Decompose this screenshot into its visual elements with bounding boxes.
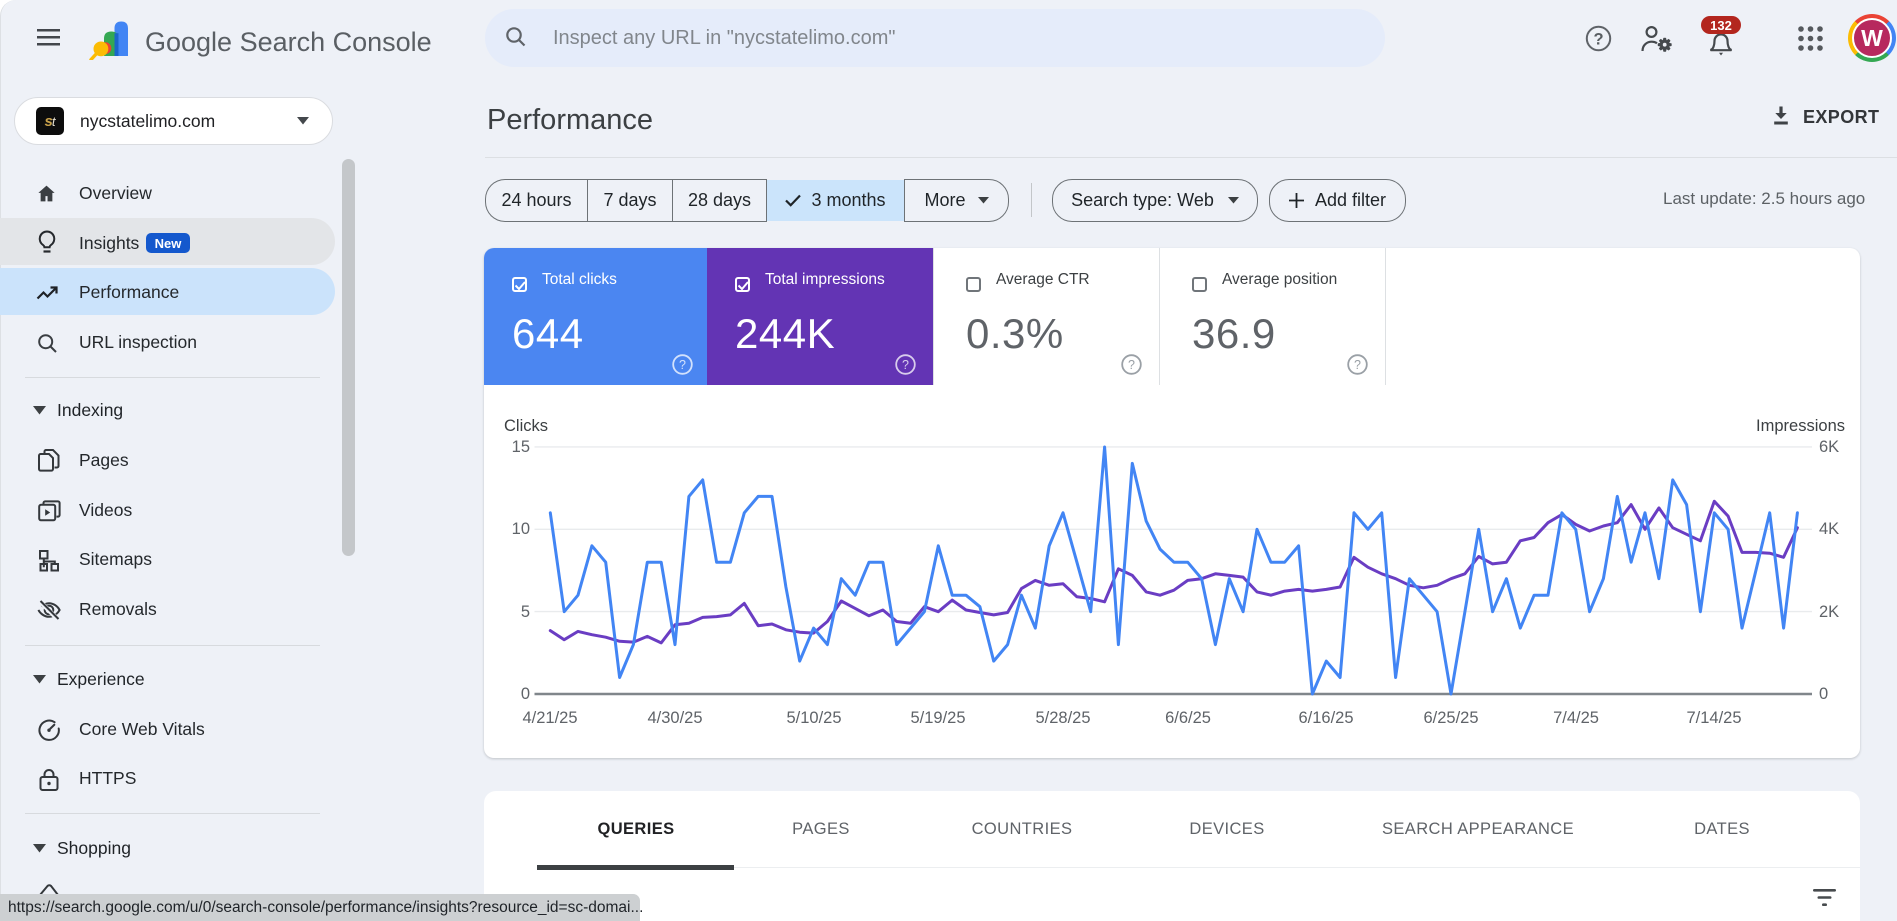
- svg-text:?: ?: [902, 358, 909, 372]
- svg-text:?: ?: [1354, 358, 1361, 372]
- svg-text:?: ?: [1128, 358, 1135, 372]
- svg-text:?: ?: [1593, 31, 1603, 49]
- svg-text:?: ?: [679, 358, 686, 372]
